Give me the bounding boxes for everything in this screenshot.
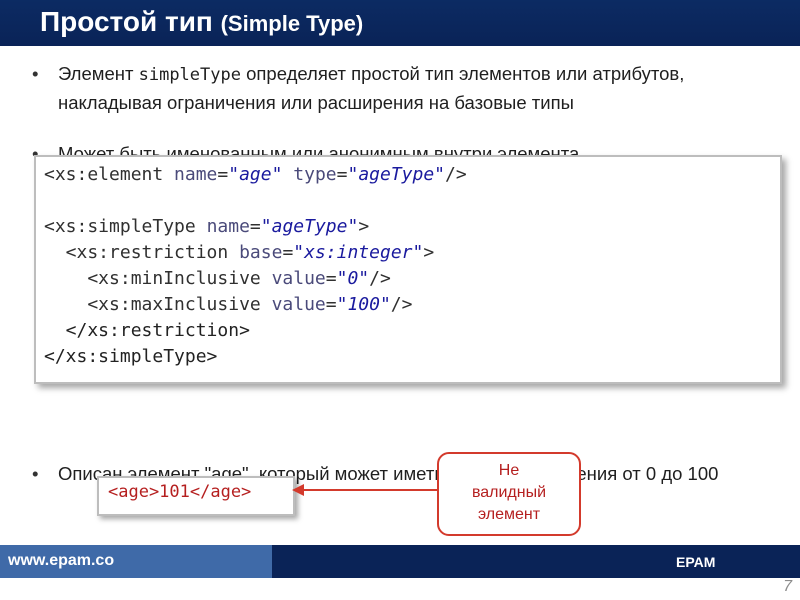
footer-brand-logo: EPAM Systems <box>676 554 716 570</box>
code-line-simpletype-open: <xs:simpleType name="ageType"> <box>44 216 370 237</box>
footer-bar: www.epam.co EPAM Systems <box>0 545 800 578</box>
callout-text: Не валидный элемент <box>471 462 547 523</box>
footer-url: www.epam.co <box>8 552 115 569</box>
code-line-simpletype-close: </xs:simpleType> <box>44 346 218 367</box>
code-line-restriction-open: <xs:restriction base="xs:integer"> <box>44 242 435 263</box>
invalid-example-code: <age>101</age> <box>108 482 252 502</box>
invalid-callout: Не валидный элемент <box>437 452 581 536</box>
code-line-maxinclusive: <xs:maxInclusive value="100"/> <box>44 294 413 315</box>
code-line-restriction-close: </xs:restriction> <box>44 320 250 341</box>
code-example-box: <xs:element name="age" type="ageType"/> … <box>34 155 782 384</box>
code-line-mininclusive: <xs:minInclusive value="0"/> <box>44 268 391 289</box>
bullet-text-1a: Элемент <box>58 63 139 84</box>
arrow-icon <box>292 484 438 496</box>
code-line-element: <xs:element name="age" type="ageType"/> <box>44 164 467 185</box>
footer-url-panel: www.epam.co <box>0 545 272 578</box>
bullet-code-simpletype: simpleType <box>138 65 241 85</box>
invalid-example-box: <age>101</age> <box>97 476 295 516</box>
page-number: 7 <box>783 578 792 595</box>
bullet-simpletype-definition: Элемент simpleType определяет простой ти… <box>32 60 758 116</box>
